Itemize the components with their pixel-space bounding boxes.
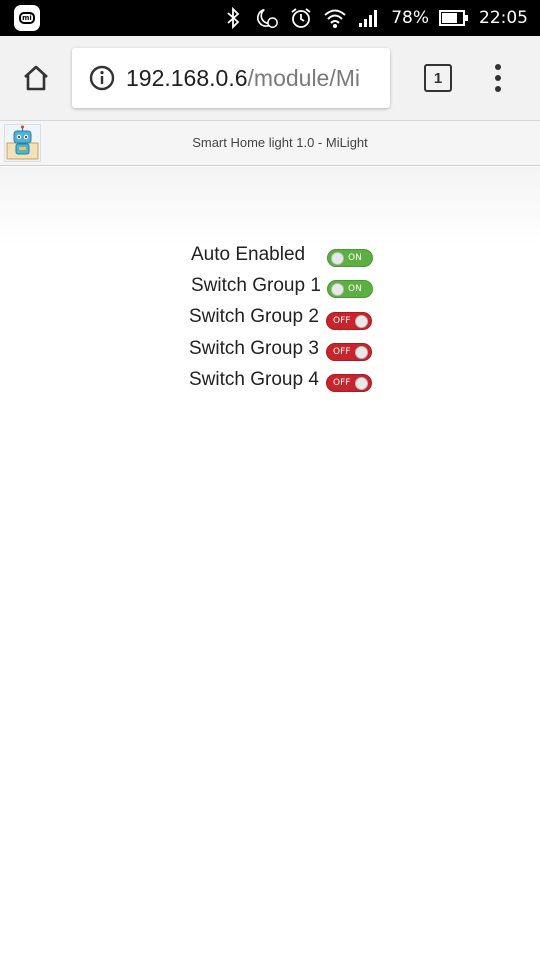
control-row-auto-enabled: Auto Enabled — [191, 240, 305, 270]
toggle-state: ON — [348, 284, 362, 294]
url-text[interactable]: 192.168.0.6/module/Mi — [126, 65, 360, 92]
toggle-state: OFF — [333, 316, 351, 326]
status-bar: mi 78% 22:05 — [0, 0, 540, 36]
control-label: Switch Group 1 — [191, 275, 321, 296]
battery-percent: 78% — [391, 8, 429, 28]
address-bar[interactable]: 192.168.0.6/module/Mi — [72, 48, 390, 108]
control-label: Switch Group 4 — [189, 369, 319, 390]
alarm-icon — [289, 6, 313, 30]
url-path: /module/Mi — [247, 64, 360, 91]
toggle-state: ON — [348, 253, 362, 263]
control-row-group-1: Switch Group 1 — [191, 271, 321, 301]
wifi-icon — [323, 6, 347, 30]
clock-time: 22:05 — [479, 8, 528, 28]
info-icon[interactable] — [88, 64, 116, 92]
control-row-group-4: Switch Group 4 — [189, 365, 319, 395]
toggle-knob — [355, 346, 368, 359]
mi-app-icon: mi — [14, 5, 40, 31]
control-row-group-2: Switch Group 2 — [189, 302, 319, 332]
url-host: 192.168.0.6 — [126, 64, 248, 91]
toggle-knob — [355, 377, 368, 390]
auto-enabled-toggle[interactable]: ON — [327, 249, 373, 267]
browser-toolbar: 192.168.0.6/module/Mi 1 — [0, 36, 540, 120]
page-header: Smart Home light 1.0 - MiLight — [0, 120, 540, 166]
toggle-knob — [331, 252, 344, 265]
header-gradient — [0, 167, 540, 247]
toggle-knob — [355, 315, 368, 328]
status-icons: 78% 22:05 — [221, 0, 528, 36]
switch-group-2-toggle[interactable]: OFF — [326, 312, 372, 330]
control-label: Switch Group 2 — [189, 306, 319, 327]
toggle-knob — [331, 283, 344, 296]
battery-icon — [439, 6, 469, 30]
moon-alarm-icon — [255, 6, 279, 30]
home-icon[interactable] — [16, 58, 56, 98]
more-menu-icon[interactable] — [486, 60, 510, 96]
bluetooth-icon — [221, 6, 245, 30]
control-label: Switch Group 3 — [189, 338, 319, 359]
switch-group-4-toggle[interactable]: OFF — [326, 374, 372, 392]
switch-group-1-toggle[interactable]: ON — [327, 280, 373, 298]
switch-group-3-toggle[interactable]: OFF — [326, 343, 372, 361]
signal-icon — [357, 6, 381, 30]
toggle-state: OFF — [333, 378, 351, 388]
tabs-icon[interactable]: 1 — [424, 64, 452, 92]
page-title: Smart Home light 1.0 - MiLight — [192, 135, 368, 150]
toggle-state: OFF — [333, 347, 351, 357]
control-row-group-3: Switch Group 3 — [189, 334, 319, 364]
control-label: Auto Enabled — [191, 244, 306, 265]
